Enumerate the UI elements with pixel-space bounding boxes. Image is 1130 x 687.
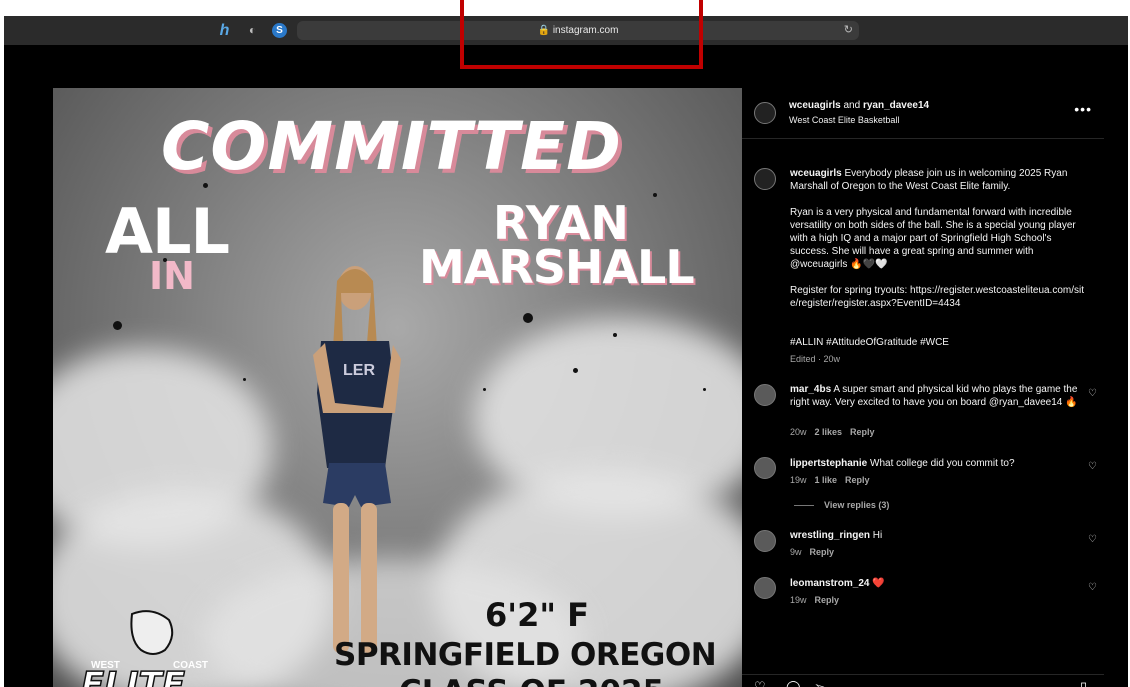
post-location[interactable]: West Coast Elite Basketball: [789, 115, 899, 125]
comment-time: 19w: [790, 595, 807, 605]
reply-button[interactable]: Reply: [845, 475, 870, 485]
like-heart-icon[interactable]: ♡: [1088, 534, 1097, 545]
comment-text: lippertstephanie What college did you co…: [790, 457, 1085, 470]
comment-text: leomanstrom_24 ❤️: [790, 577, 1085, 590]
browser-window: h ◐ S 🔒 instagram.com ↻ COMMITTED ALL IN…: [4, 16, 1128, 687]
comment-meta: 9w Reply: [790, 547, 842, 557]
like-heart-icon[interactable]: ♡: [1088, 388, 1097, 399]
author-ryan-davee14[interactable]: ryan_davee14: [863, 100, 929, 111]
like-heart-icon[interactable]: ♡: [1088, 582, 1097, 593]
post-header: wceuagirls and ryan_davee14 West Coast E…: [742, 88, 1104, 139]
h-extension-icon[interactable]: h: [217, 23, 232, 39]
caption-meta: Edited · 20w: [790, 354, 848, 364]
action-bar: ♡ ◯ ➢ ▯: [742, 674, 1104, 687]
comment-time: 20w: [790, 427, 807, 437]
comment-body: What college did you commit to?: [867, 458, 1015, 469]
svg-text:ELITE: ELITE: [81, 665, 185, 687]
shield-icon[interactable]: ◐: [245, 23, 260, 38]
caption-edited: Edited · 20w: [790, 354, 841, 364]
comment-username[interactable]: leomanstrom_24: [790, 578, 869, 589]
commenter-avatar[interactable]: [754, 577, 776, 599]
and-text: and: [840, 100, 863, 111]
caption-para-2: Ryan is a very physical and fundamental …: [790, 207, 1076, 270]
height-position: 6'2" F: [485, 596, 589, 634]
comment-meta: 19w Reply: [790, 595, 847, 605]
view-replies-label: View replies (3): [824, 500, 890, 510]
reload-icon[interactable]: ↻: [844, 21, 853, 40]
comment-username[interactable]: lippertstephanie: [790, 458, 867, 469]
caption-text: wceuagirls Everybody please join us in w…: [790, 167, 1085, 193]
post-authors: wceuagirls and ryan_davee14: [789, 100, 929, 111]
share-icon[interactable]: ➢: [814, 679, 825, 687]
commenter-avatar[interactable]: [754, 384, 776, 406]
comment-time: 9w: [790, 547, 802, 557]
comment-meta: 19w 1 like Reply: [790, 475, 878, 485]
class-year: CLASS OF 2025: [399, 674, 664, 687]
in-text: IN: [149, 254, 195, 298]
save-icon[interactable]: ▯: [1080, 679, 1087, 687]
reply-button[interactable]: Reply: [850, 427, 875, 437]
reply-button[interactable]: Reply: [815, 595, 840, 605]
comment-body: ❤️: [869, 578, 885, 589]
more-options-icon[interactable]: •••: [1074, 101, 1092, 117]
comment-username[interactable]: mar_4bs: [790, 384, 831, 395]
player-figure: LER: [313, 266, 401, 653]
commenter-avatar[interactable]: [754, 530, 776, 552]
caption-para-3: Register for spring tryouts: https://reg…: [790, 285, 1085, 309]
post-image[interactable]: COMMITTED ALL IN RYAN MARSHALL LER WEST …: [53, 88, 742, 687]
comment-likes[interactable]: 1 like: [815, 475, 838, 485]
elite-logo: WEST COAST ELITE: [80, 610, 208, 687]
highlight-box: [460, 0, 703, 69]
comment-text: mar_4bs A super smart and physical kid w…: [790, 383, 1085, 409]
caption-avatar[interactable]: [754, 168, 776, 190]
author-wceuagirls[interactable]: wceuagirls: [789, 100, 841, 111]
post-sidebar: wceuagirls and ryan_davee14 West Coast E…: [742, 88, 1104, 687]
commenter-avatar[interactable]: [754, 457, 776, 479]
reply-button[interactable]: Reply: [810, 547, 835, 557]
like-icon[interactable]: ♡: [754, 679, 766, 687]
school-name: SPRINGFIELD OREGON: [334, 637, 717, 673]
caption-username[interactable]: wceuagirls: [790, 168, 842, 179]
committed-headline: COMMITTED: [161, 108, 622, 185]
player-last-name: MARSHALL: [419, 240, 695, 294]
like-heart-icon[interactable]: ♡: [1088, 461, 1097, 472]
comment-body: A super smart and physical kid who plays…: [790, 384, 1078, 408]
caption-hashtags[interactable]: #ALLIN #AttitudeOfGratitude #WCE: [790, 336, 1085, 349]
svg-text:LER: LER: [343, 362, 375, 379]
comment-likes[interactable]: 2 likes: [815, 427, 843, 437]
wceuagirls-avatar[interactable]: [754, 102, 776, 124]
comment-icon[interactable]: ◯: [786, 679, 801, 687]
view-replies-button[interactable]: View replies (3): [794, 500, 889, 510]
comment-username[interactable]: wrestling_ringen: [790, 530, 870, 541]
comment-text: wrestling_ringen Hi: [790, 529, 1085, 542]
s-extension-icon[interactable]: S: [272, 23, 287, 38]
comment-meta: 20w 2 likes Reply: [790, 427, 883, 437]
comment-body: Hi: [870, 530, 883, 541]
comment-time: 19w: [790, 475, 807, 485]
